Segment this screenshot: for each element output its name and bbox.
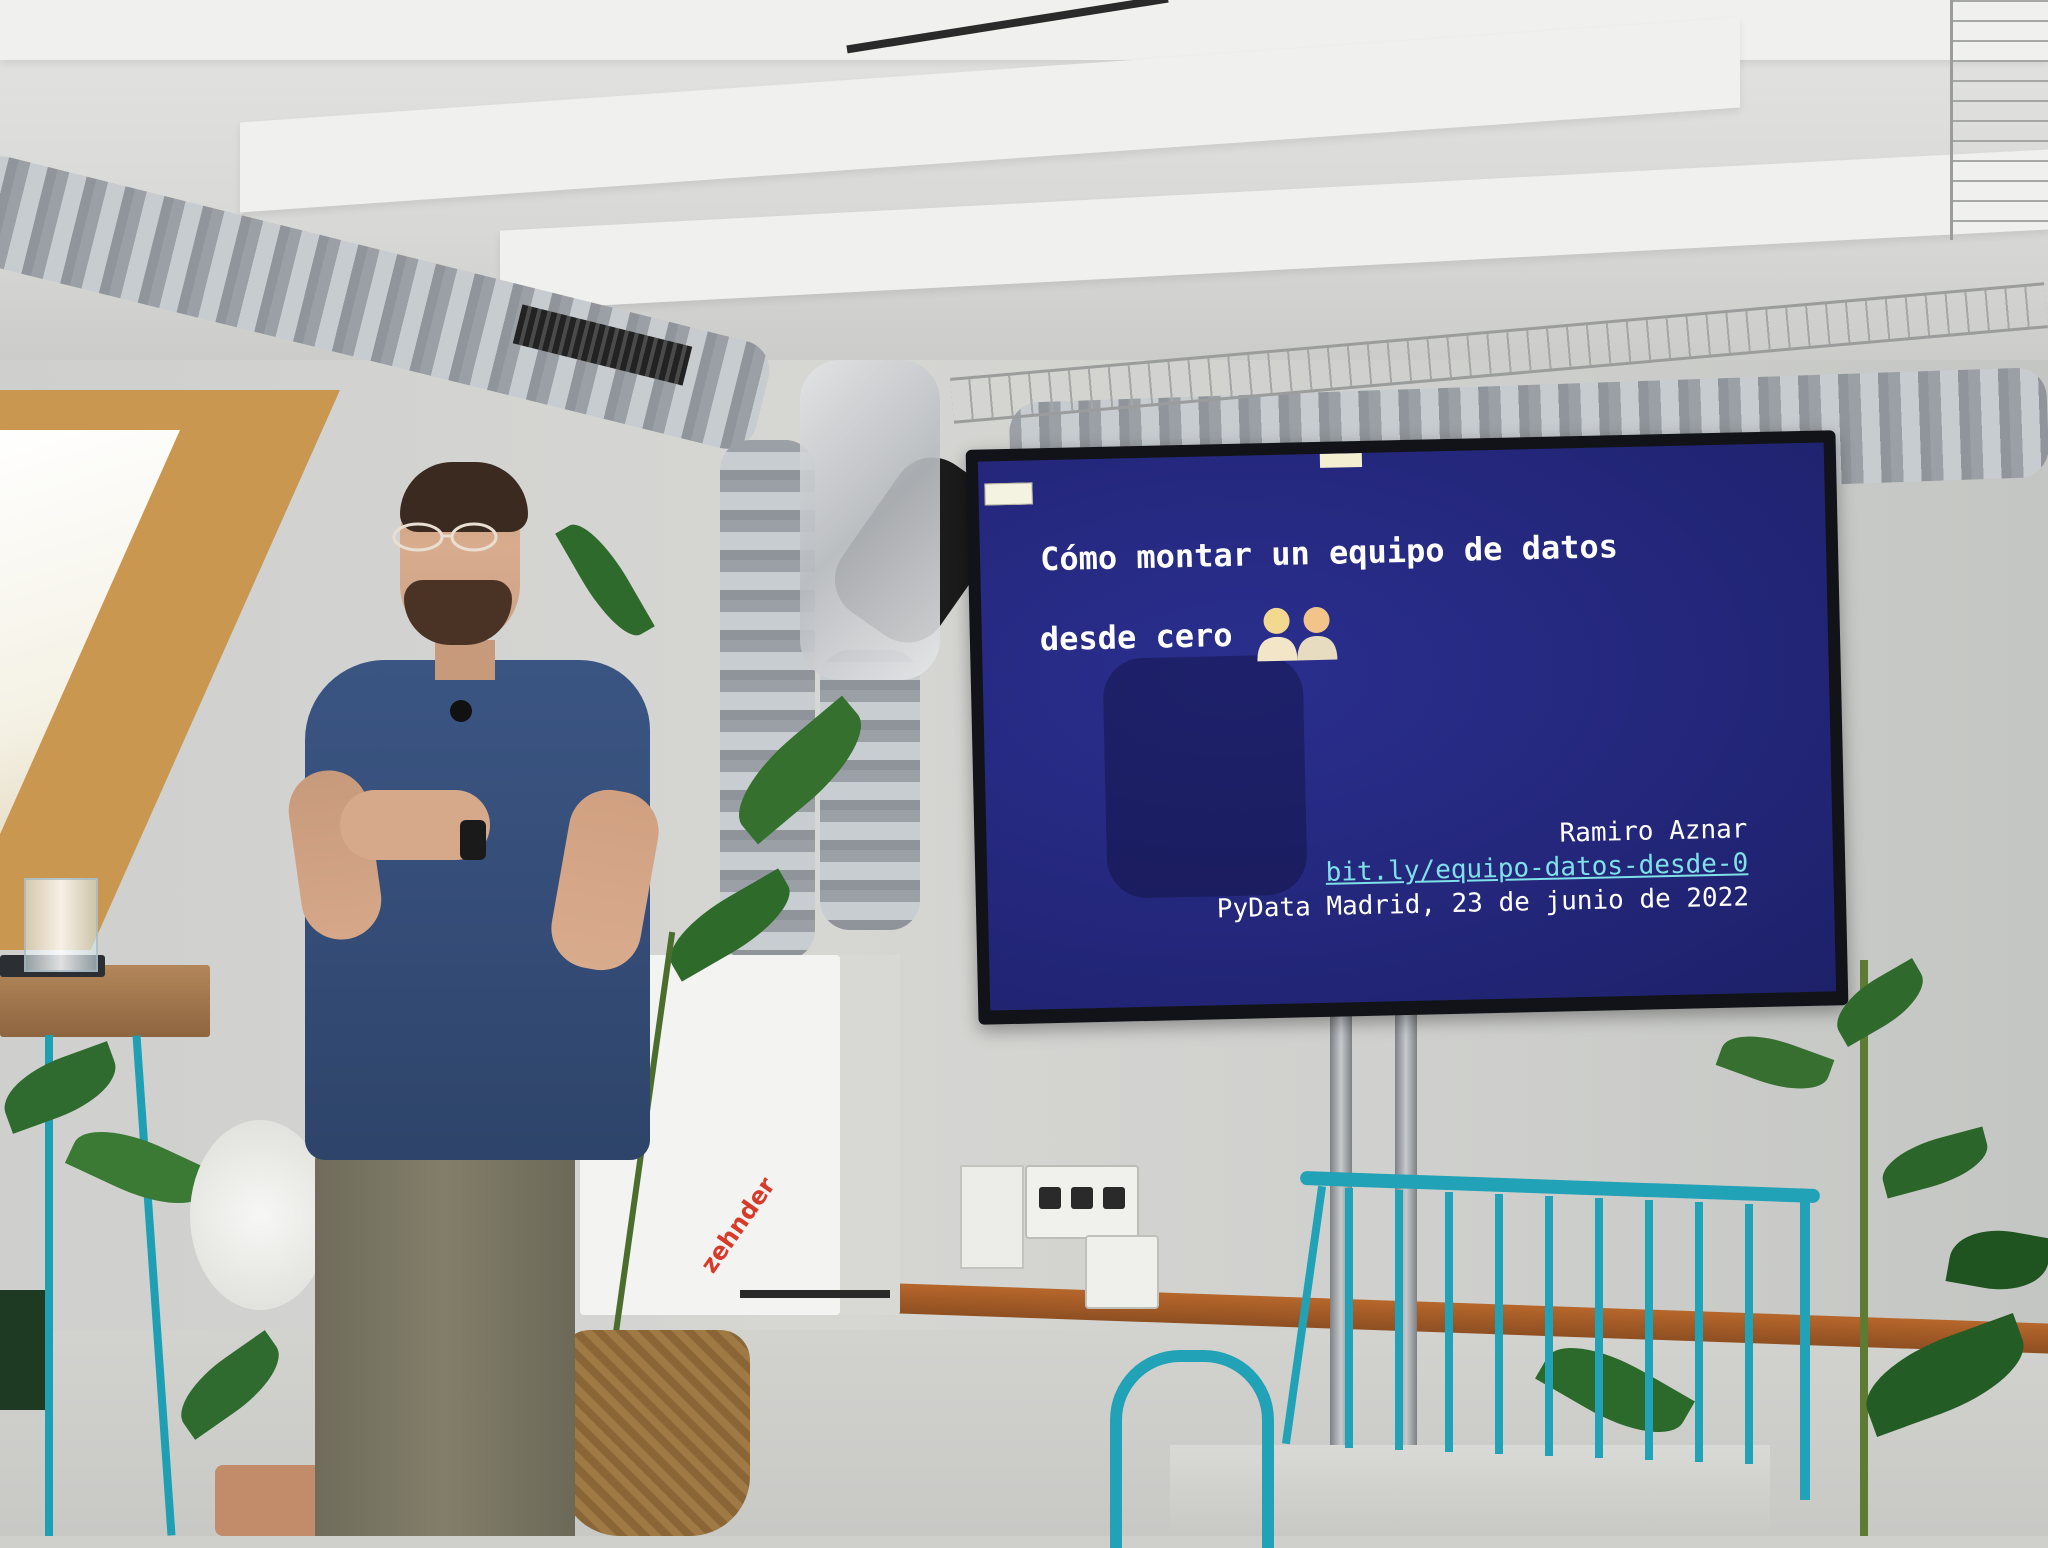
slide-link: bit.ly/equipo-datos-desde-0 <box>1325 848 1749 888</box>
slide-event: PyData Madrid, 23 de junio de 2022 <box>1216 882 1750 925</box>
lapel-microphone <box>450 700 472 722</box>
switch <box>1103 1187 1125 1209</box>
slide-top-badge <box>1319 452 1363 468</box>
presentation-slide: Cómo montar un equipo de datos desde cer… <box>977 442 1837 1011</box>
chair-rail <box>1445 1192 1453 1452</box>
switch <box>1039 1187 1061 1209</box>
power-outlet <box>1085 1235 1159 1309</box>
switch <box>1071 1187 1093 1209</box>
wall-plate <box>960 1165 1024 1269</box>
glass-of-water <box>24 878 98 972</box>
planter <box>0 1290 45 1410</box>
chair-rail <box>1545 1196 1553 1456</box>
tv-screen: Cómo montar un equipo de datos desde cer… <box>965 430 1849 1025</box>
slide-corner-badge <box>984 482 1033 506</box>
wall-switch-panel <box>1025 1165 1139 1239</box>
plant-stem <box>1860 960 1868 1536</box>
chair-rail <box>1800 1200 1810 1500</box>
chair-rail <box>1645 1200 1653 1460</box>
chair-rail <box>1695 1202 1703 1462</box>
chair-rail <box>1345 1188 1353 1448</box>
slide-title-line-2: desde cero <box>1039 615 1233 659</box>
speaker-trousers <box>315 1140 575 1536</box>
slide-title-line-1: Cómo montar un equipo de datos <box>1039 527 1619 579</box>
ceiling-beam <box>0 0 2048 60</box>
two-people-icon <box>1257 607 1338 662</box>
cable-tray-vertical <box>1950 0 2048 240</box>
unit-stand <box>740 1290 890 1298</box>
slide-author: Ramiro Aznar <box>1559 814 1748 849</box>
chair-rail <box>1745 1204 1753 1464</box>
chair-rail <box>1595 1198 1603 1458</box>
chair-rail <box>1495 1194 1503 1454</box>
vertical-duct <box>820 650 920 930</box>
insulated-duct <box>800 360 940 680</box>
chair-armrest <box>1110 1350 1274 1548</box>
wristband <box>460 820 486 860</box>
woven-plant-basket <box>560 1330 750 1536</box>
speaker-neck <box>435 640 495 680</box>
chair-rail <box>1395 1190 1403 1450</box>
screen-reflection <box>1102 654 1308 899</box>
eyeglasses-icon <box>392 522 498 552</box>
